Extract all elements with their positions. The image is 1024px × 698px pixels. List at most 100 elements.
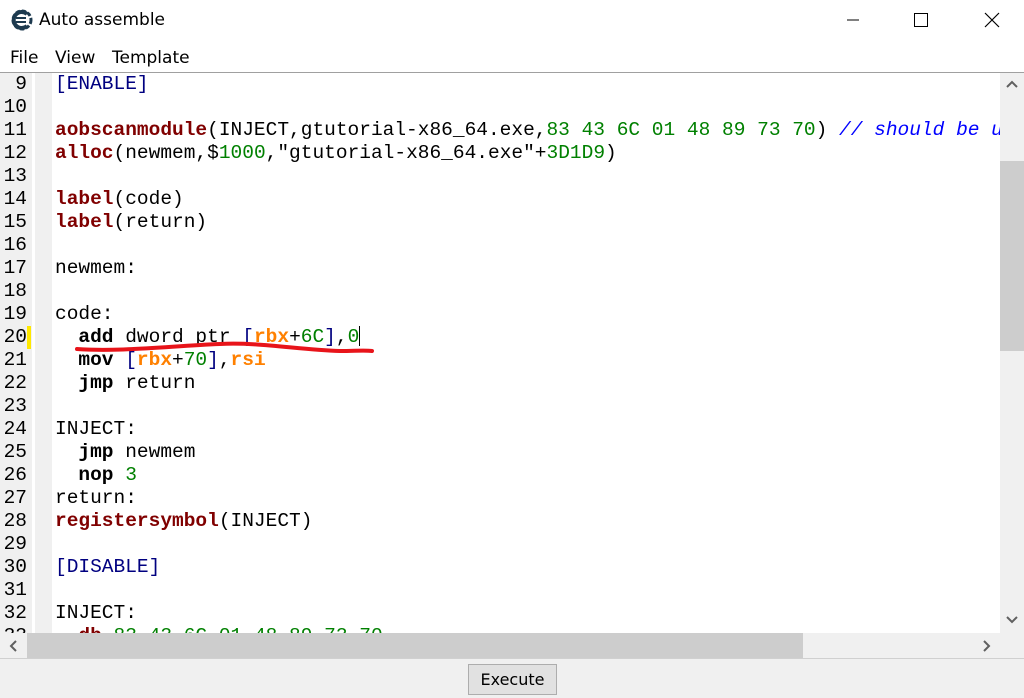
code-token: (code) — [113, 188, 184, 210]
code-token: (return) — [113, 211, 208, 233]
line-number: 22 — [3, 372, 27, 394]
scroll-up-icon[interactable] — [1006, 79, 1018, 89]
code-line[interactable]: 22 jmp return — [0, 372, 1000, 395]
code-line[interactable]: 30 [DISABLE] — [0, 556, 1000, 579]
code-text: [DISABLE] — [55, 556, 160, 579]
menu-file[interactable]: File — [10, 48, 38, 68]
code-text: registersymbol(INJECT) — [55, 510, 312, 533]
code-line[interactable]: 26 nop 3 — [0, 464, 1000, 487]
line-number: 27 — [3, 487, 27, 509]
scroll-down-icon[interactable] — [1006, 615, 1018, 625]
line-number: 16 — [3, 234, 27, 256]
code-editor[interactable]: 9 [ENABLE] 10 11 aobscanmodule(INJECT,gtutor… — [0, 73, 1000, 633]
window-title: Auto assemble — [39, 10, 165, 30]
code-token: label — [55, 211, 114, 233]
code-line[interactable]: 9 [ENABLE] — [0, 73, 1000, 96]
code-line[interactable]: 15 label(return) — [0, 211, 1000, 234]
code-token: INJECT: — [55, 602, 137, 624]
code-text: db 83 43 6C 01 48 89 73 70 — [55, 625, 383, 633]
vertical-scroll-thumb[interactable] — [1000, 161, 1024, 351]
code-token: mov — [78, 349, 114, 371]
code-token: newmem: — [55, 257, 137, 279]
code-token: dword ptr — [113, 326, 243, 348]
code-line[interactable]: 20 add dword ptr [rbx+6C],0 — [0, 326, 1000, 349]
code-token: + — [172, 349, 184, 371]
code-line[interactable]: 23 — [0, 395, 1000, 418]
code-line[interactable]: 17 newmem: — [0, 257, 1000, 280]
horizontal-scroll-thumb[interactable] — [27, 633, 803, 658]
close-button[interactable] — [969, 0, 1015, 40]
scroll-left-icon[interactable] — [8, 640, 18, 652]
title-bar: Auto assemble — [0, 0, 1024, 40]
code-token: ) — [605, 142, 617, 164]
code-text: aobscanmodule(INJECT,gtutorial-x86_64.ex… — [55, 119, 1000, 142]
code-line[interactable]: 21 mov [rbx+70],rsi — [0, 349, 1000, 372]
code-token: 0 — [347, 326, 360, 348]
close-icon — [984, 12, 1000, 28]
vertical-scrollbar[interactable] — [1000, 73, 1024, 633]
code-line[interactable]: 19 code: — [0, 303, 1000, 326]
maximize-icon — [914, 13, 928, 27]
line-number: 15 — [3, 211, 27, 233]
code-line[interactable]: 24 INJECT: — [0, 418, 1000, 441]
code-token: 83 43 6C 01 48 89 73 70 — [546, 119, 816, 141]
execute-button[interactable]: Execute — [468, 664, 557, 695]
code-token: label — [55, 188, 114, 210]
minimize-icon — [847, 19, 859, 21]
horizontal-scrollbar[interactable] — [0, 633, 1000, 658]
code-token: 3D1D9 — [546, 142, 606, 164]
code-token: add — [78, 326, 114, 348]
code-line[interactable]: 31 — [0, 579, 1000, 602]
code-token: , — [218, 349, 231, 371]
code-line[interactable]: 14 label(code) — [0, 188, 1000, 211]
line-number: 9 — [15, 73, 27, 95]
maximize-button[interactable] — [898, 0, 944, 40]
code-line[interactable]: 16 — [0, 234, 1000, 257]
code-line[interactable]: 18 — [0, 280, 1000, 303]
code-token: 83 43 6C 01 48 89 73 70 — [114, 625, 383, 633]
code-token: // should be unique — [839, 119, 1000, 141]
line-number: 31 — [3, 579, 27, 601]
code-token: 6C — [300, 326, 325, 348]
code-line[interactable]: 27 return: — [0, 487, 1000, 510]
code-line[interactable]: 12 alloc(newmem,$1000,"gtutorial-x86_64.e… — [0, 142, 1000, 165]
code-token: rbx — [136, 349, 173, 371]
code-token: code: — [55, 303, 114, 325]
code-line[interactable]: 29 — [0, 533, 1000, 556]
code-token: 70 — [183, 349, 208, 371]
code-line[interactable]: 13 — [0, 165, 1000, 188]
line-number: 28 — [3, 510, 27, 532]
menu-template[interactable]: Template — [112, 48, 190, 68]
line-number: 23 — [3, 395, 27, 417]
line-number: 21 — [3, 349, 27, 371]
code-token: alloc — [55, 142, 114, 164]
line-number: 13 — [3, 165, 27, 187]
code-token: INJECT: — [55, 418, 137, 440]
menu-view[interactable]: View — [55, 48, 95, 68]
code-line[interactable]: 25 jmp newmem — [0, 441, 1000, 464]
code-line[interactable]: 33 db 83 43 6C 01 48 89 73 70 — [0, 625, 1000, 633]
line-number: 25 — [3, 441, 27, 463]
code-token: ,"gtutorial-x86_64.exe"+ — [265, 142, 547, 164]
scroll-right-icon[interactable] — [982, 640, 992, 652]
code-token: ] — [207, 349, 219, 371]
code-token: rsi — [230, 349, 266, 371]
line-number: 19 — [3, 303, 27, 325]
code-line[interactable]: 28 registersymbol(INJECT) — [0, 510, 1000, 533]
code-line[interactable]: 10 — [0, 96, 1000, 119]
code-line[interactable]: 11 aobscanmodule(INJECT,gtutorial-x86_64.… — [0, 119, 1000, 142]
line-number: 18 — [3, 280, 27, 302]
code-line[interactable]: 32 INJECT: — [0, 602, 1000, 625]
code-token: nop — [78, 464, 114, 486]
code-text: label(code) — [55, 188, 184, 211]
line-number: 29 — [3, 533, 27, 555]
minimize-button[interactable] — [830, 0, 876, 40]
scrollbar-corner — [1000, 633, 1024, 658]
